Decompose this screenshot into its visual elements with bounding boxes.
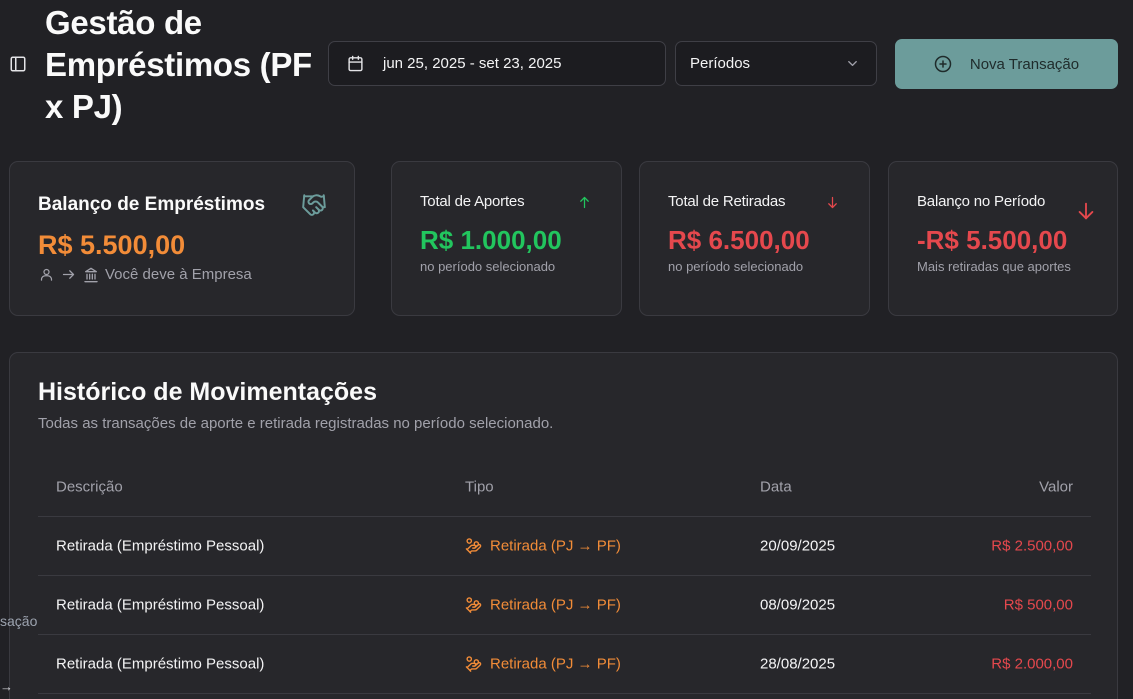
period-select-value: Períodos bbox=[690, 55, 751, 72]
period-balance-value: -R$ 5.500,00 bbox=[917, 225, 1068, 255]
page-title: Gestão de Empréstimos (PF x PJ) bbox=[45, 4, 312, 125]
total-contributions-card: Total de Aportes R$ 1.000,00 no período … bbox=[391, 161, 622, 316]
period-select[interactable]: Períodos bbox=[675, 41, 877, 86]
handshake-icon bbox=[301, 192, 327, 218]
loan-balance-value: R$ 5.500,00 bbox=[38, 230, 186, 260]
hand-coins-icon bbox=[465, 538, 482, 554]
total-contributions-title: Total de Aportes bbox=[420, 193, 525, 210]
row-value: R$ 500,00 bbox=[1003, 596, 1073, 614]
row-type: Retirada (PJ → PF) bbox=[465, 597, 621, 614]
loan-direction-text: Você deve à Empresa bbox=[105, 266, 252, 283]
row-type-label: Retirada (PJ → PF) bbox=[490, 596, 621, 614]
column-header-date: Data bbox=[760, 478, 792, 495]
total-withdrawals-title: Total de Retiradas bbox=[668, 193, 786, 210]
column-header-value: Valor bbox=[1039, 478, 1073, 495]
arrow-down-icon bbox=[828, 196, 837, 209]
total-withdrawals-subtitle: no período selecionado bbox=[668, 259, 804, 274]
row-type-label: Retirada (PJ → PF) bbox=[490, 655, 621, 673]
transactions-table: Descrição Tipo Data Valor Retirada (Empr… bbox=[38, 457, 1091, 694]
arrow-down-icon bbox=[1078, 202, 1094, 220]
total-contributions-value: R$ 1.000,00 bbox=[420, 225, 562, 255]
calendar-icon bbox=[348, 55, 363, 72]
loan-balance-title: Balanço de Empréstimos bbox=[38, 194, 266, 215]
edge-arrow: → bbox=[0, 679, 13, 694]
table-row[interactable]: Retirada (Empréstimo Pessoal) Retirada (… bbox=[38, 576, 1091, 635]
row-type: Retirada (PJ → PF) bbox=[465, 656, 621, 673]
column-header-description: Descrição bbox=[56, 478, 123, 495]
row-value: R$ 2.500,00 bbox=[991, 537, 1073, 555]
landmark-icon bbox=[84, 267, 98, 282]
total-withdrawals-card: Total de Retiradas R$ 6.500,00 no períod… bbox=[639, 161, 870, 316]
total-contributions-subtitle: no período selecionado bbox=[420, 259, 556, 274]
period-balance-subtitle: Mais retiradas que aportes bbox=[917, 259, 1071, 274]
row-type: Retirada (PJ → PF) bbox=[465, 538, 621, 555]
user-icon bbox=[40, 268, 53, 281]
row-date: 28/08/2025 bbox=[760, 655, 836, 673]
new-transaction-button[interactable]: Nova Transação bbox=[895, 39, 1118, 89]
history-title: Histórico de Movimentações bbox=[38, 378, 377, 406]
table-row[interactable]: Retirada (Empréstimo Pessoal) Retirada (… bbox=[38, 635, 1091, 694]
row-description: Retirada (Empréstimo Pessoal) bbox=[56, 596, 265, 614]
date-range-label: jun 25, 2025 - set 23, 2025 bbox=[383, 55, 562, 72]
row-value: R$ 2.000,00 bbox=[991, 655, 1073, 673]
total-withdrawals-value: R$ 6.500,00 bbox=[668, 225, 810, 255]
period-balance-title: Balanço no Período bbox=[917, 193, 1046, 210]
loan-direction: Você deve à Empresa bbox=[39, 266, 252, 283]
date-range-picker[interactable]: jun 25, 2025 - set 23, 2025 bbox=[328, 41, 666, 86]
history-subtitle: Todas as transações de aporte e retirada… bbox=[38, 415, 554, 432]
period-balance-card: Balanço no Período -R$ 5.500,00 Mais ret… bbox=[888, 161, 1118, 316]
plus-circle-icon bbox=[934, 55, 952, 73]
hand-coins-icon bbox=[465, 656, 482, 672]
new-transaction-label: Nova Transação bbox=[969, 55, 1080, 73]
row-date: 20/09/2025 bbox=[760, 537, 836, 555]
hand-coins-icon bbox=[465, 597, 482, 613]
row-type-label: Retirada (PJ → PF) bbox=[490, 537, 621, 555]
tooltip-fragment: sação bbox=[0, 613, 38, 629]
sidebar-toggle-button[interactable] bbox=[9, 55, 27, 73]
arrow-up-icon bbox=[580, 196, 589, 209]
row-description: Retirada (Empréstimo Pessoal) bbox=[56, 537, 265, 555]
table-header-row: Descrição Tipo Data Valor bbox=[38, 457, 1091, 517]
table-row[interactable]: Retirada (Empréstimo Pessoal) Retirada (… bbox=[38, 517, 1091, 576]
column-header-type: Tipo bbox=[465, 478, 494, 495]
transaction-history-panel: Histórico de Movimentações Todas as tran… bbox=[9, 352, 1118, 699]
arrow-right-icon bbox=[62, 270, 75, 279]
row-description: Retirada (Empréstimo Pessoal) bbox=[56, 655, 265, 673]
panel-left-icon bbox=[10, 56, 26, 72]
row-date: 08/09/2025 bbox=[760, 596, 836, 614]
chevron-down-icon bbox=[848, 61, 857, 66]
loan-balance-card: Balanço de Empréstimos R$ 5.500,00 Você … bbox=[9, 161, 355, 316]
